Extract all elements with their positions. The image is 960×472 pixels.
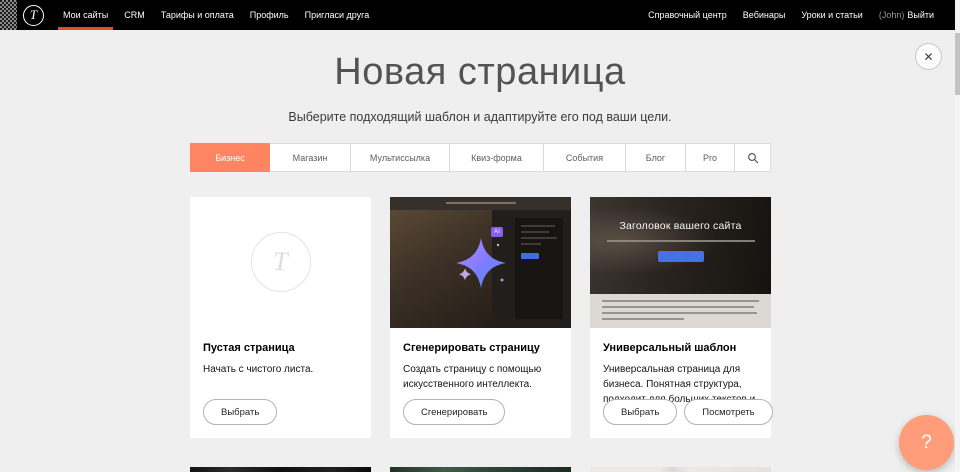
nav-tariffs[interactable]: Тарифы и оплата — [153, 0, 242, 30]
nav-lessons[interactable]: Уроки и статьи — [793, 0, 870, 30]
blank-select-button[interactable]: Выбрать — [203, 399, 277, 425]
tab-business[interactable]: Бизнес — [190, 143, 270, 172]
partial-template-card-1[interactable] — [190, 467, 371, 472]
card-body: Сгенерировать страницу Создать страницу … — [390, 328, 571, 392]
tab-shop[interactable]: Магазин — [269, 143, 351, 172]
texture-pattern — [0, 0, 17, 30]
tab-pro[interactable]: Pro — [685, 143, 735, 172]
card-title: Пустая страница — [203, 342, 358, 354]
nav-logout[interactable]: (John) Выйти — [871, 0, 942, 30]
template-category-tabs: Бизнес Магазин Мультиссылка Квиз-форма С… — [190, 143, 771, 172]
universal-preview-text-block — [590, 294, 771, 328]
template-card-ai[interactable]: AI Сгенерировать страницу Создать страни… — [390, 197, 571, 438]
template-grid: T Пустая страница Начать с чистого листа… — [190, 197, 771, 472]
card-title: Сгенерировать страницу — [403, 342, 558, 354]
secondary-nav: Справочный центр Вебинары Уроки и статьи… — [640, 0, 955, 30]
universal-preview-title: Заголовок вашего сайта — [590, 197, 771, 232]
tilda-logo[interactable]: T — [23, 5, 44, 26]
template-card-universal[interactable]: Заголовок вашего сайта Универсальный шаб… — [590, 197, 771, 438]
nav-my-sites[interactable]: Мои сайты — [55, 0, 116, 30]
ai-preview: AI — [390, 197, 571, 328]
universal-select-button[interactable]: Выбрать — [603, 399, 677, 425]
close-button[interactable]: ✕ — [915, 43, 942, 70]
tab-search[interactable] — [734, 143, 771, 172]
page-subtitle: Выберите подходящий шаблон и адаптируйте… — [0, 110, 960, 124]
scrollbar-thumb[interactable] — [955, 33, 960, 95]
card-description: Создать страницу с помощью искусственног… — [403, 362, 558, 392]
ai-generate-button[interactable]: Сгенерировать — [403, 399, 505, 425]
nav-help-center[interactable]: Справочный центр — [640, 0, 735, 30]
card-body: Пустая страница Начать с чистого листа. — [190, 328, 371, 377]
universal-preview: Заголовок вашего сайта — [590, 197, 771, 328]
page-title: Новая страница — [0, 51, 960, 94]
tab-multilink[interactable]: Мультиссылка — [350, 143, 450, 172]
user-name: (John) — [879, 10, 905, 20]
tab-events[interactable]: События — [543, 143, 626, 172]
universal-preview-subtitle-line — [607, 240, 755, 242]
ai-preview-side-panel — [515, 218, 563, 319]
universal-preview-cta-button — [658, 251, 704, 262]
scrollbar-track[interactable] — [955, 0, 960, 472]
card-title: Универсальный шаблон — [603, 342, 758, 354]
ai-sparkle-icon — [453, 235, 509, 291]
universal-preview-button[interactable]: Посмотреть — [684, 399, 772, 425]
ai-badge: AI — [491, 227, 503, 237]
card-description: Начать с чистого листа. — [203, 362, 358, 377]
ai-preview-header — [390, 197, 571, 210]
tilda-logo-letter: T — [30, 7, 37, 23]
close-icon: ✕ — [923, 50, 933, 64]
blank-page-preview: T — [190, 197, 371, 328]
question-mark-icon: ? — [921, 432, 932, 454]
ai-preview-blue-button — [521, 253, 539, 259]
page: T Мои сайты CRM Тарифы и оплата Профиль … — [0, 0, 960, 472]
tilda-watermark-icon: T — [251, 232, 311, 292]
partial-template-card-2[interactable] — [390, 467, 571, 472]
universal-preview-hero: Заголовок вашего сайта — [590, 197, 771, 294]
help-button[interactable]: ? — [899, 415, 954, 470]
nav-profile[interactable]: Профиль — [242, 0, 297, 30]
nav-webinars[interactable]: Вебинары — [735, 0, 794, 30]
main-nav: Мои сайты CRM Тарифы и оплата Профиль Пр… — [55, 0, 377, 30]
template-card-blank[interactable]: T Пустая страница Начать с чистого листа… — [190, 197, 371, 438]
nav-invite-friend[interactable]: Пригласи друга — [297, 0, 378, 30]
card-actions: Сгенерировать — [403, 399, 505, 425]
card-actions: Выбрать Посмотреть — [603, 399, 773, 425]
logout-label: Выйти — [907, 10, 934, 20]
search-icon — [747, 152, 759, 164]
tab-blog[interactable]: Блог — [625, 143, 686, 172]
partial-template-card-3[interactable] — [590, 467, 771, 472]
card-actions: Выбрать — [203, 399, 277, 425]
tab-quiz-form[interactable]: Квиз-форма — [449, 143, 544, 172]
nav-crm[interactable]: CRM — [116, 0, 153, 30]
topbar: T Мои сайты CRM Тарифы и оплата Профиль … — [0, 0, 955, 30]
